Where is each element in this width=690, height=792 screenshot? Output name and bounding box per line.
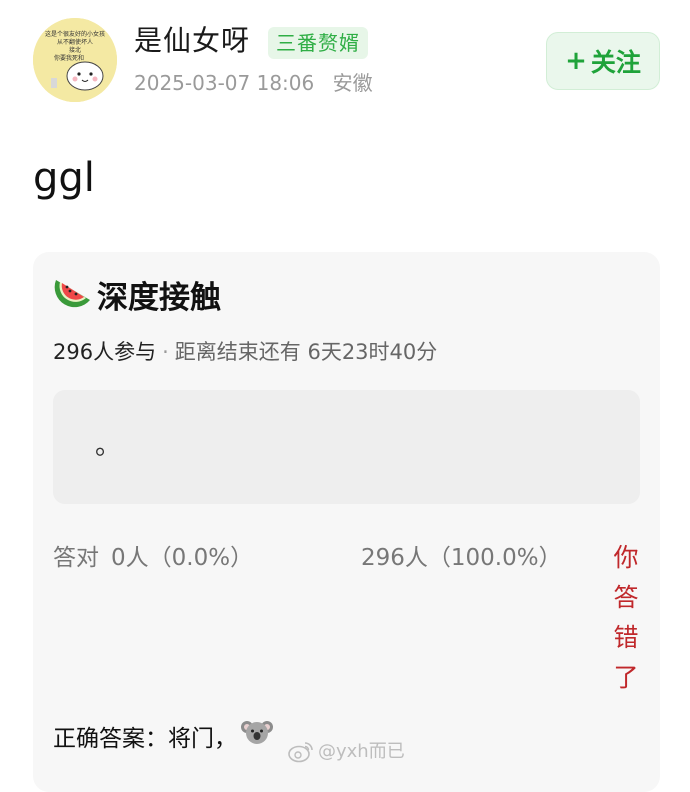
- post-text: ggl: [33, 155, 95, 201]
- quiz-title: 深度接触: [97, 280, 221, 316]
- question-box[interactable]: 。: [53, 390, 640, 504]
- wrong-result: 296人（100.0%）: [361, 545, 562, 571]
- svg-text:从不翻使坏人: 从不翻使坏人: [57, 38, 93, 46]
- svg-text:这是个很友好的小女孩: 这是个很友好的小女孩: [45, 30, 105, 38]
- wrong-answer-tag: 你答错了: [613, 543, 639, 692]
- question-text: 。: [95, 431, 122, 461]
- time-remaining: 距离结束还有 6天23时40分: [174, 340, 438, 364]
- follow-label: 关注: [590, 48, 641, 77]
- correct-result: 答对 0人（0.0%）: [53, 540, 253, 576]
- quiz-card[interactable]: 深度接触 296人参与 · 距离结束还有 6天23时40分 。 答对 0人（0.0%）…: [33, 252, 660, 792]
- quiz-title-row: 深度接触: [53, 274, 221, 322]
- correct-answer-text: 正确答案：将门，: [53, 725, 237, 752]
- quiz-stats: 296人参与 · 距离结束还有 6天23时40分: [53, 336, 437, 368]
- stats-separator: ·: [162, 340, 169, 364]
- weibo-logo-icon: [288, 742, 313, 763]
- post-meta: 2025-03-07 18:06 安徽: [134, 68, 373, 98]
- correct-value: 0人（0.0%）: [111, 545, 254, 571]
- watermark-text: @yxh而已: [318, 741, 405, 762]
- author-badge: 三番赘婿: [268, 27, 368, 59]
- watermelon-icon: [53, 274, 93, 322]
- koala-icon: [241, 718, 273, 759]
- participant-count: 296人参与: [53, 340, 157, 364]
- plus-icon: +: [565, 46, 587, 76]
- watermark: @yxh而已: [288, 738, 405, 766]
- svg-text:接北: 接北: [69, 46, 81, 54]
- author-name[interactable]: 是仙女呀: [134, 22, 250, 60]
- post-location: 安徽: [332, 71, 373, 95]
- follow-button[interactable]: + 关注: [546, 32, 660, 90]
- avatar-image: 这是个很友好的小女孩 从不翻使坏人 接北 你要我死和: [33, 18, 117, 102]
- post-date: 2025-03-07 18:06: [134, 71, 315, 95]
- avatar[interactable]: 这是个很友好的小女孩 从不翻使坏人 接北 你要我死和: [33, 18, 117, 102]
- correct-label: 答对: [53, 545, 99, 571]
- correct-answer-row: 正确答案：将门，: [53, 718, 273, 759]
- svg-text:你要我死和: 你要我死和: [54, 54, 84, 62]
